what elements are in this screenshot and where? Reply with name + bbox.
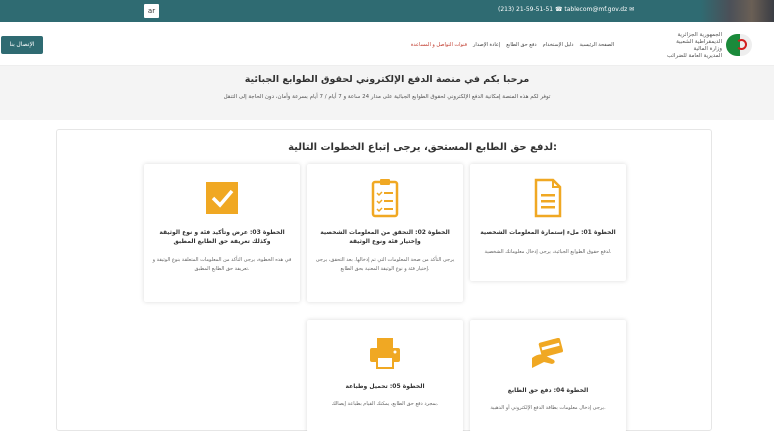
nav-item-reissue[interactable]: إعادة الإصدار <box>473 42 500 48</box>
step-card-05: الخطوة 05: تحميل وطباعة بمجرد دفع حق الط… <box>307 320 463 431</box>
step-desc: بمجرد دفع حق الطابع، يمكنك القيام بطباعة… <box>331 401 439 407</box>
nav-item-home[interactable]: الصفحة الرئيسية <box>580 42 615 48</box>
ministry-logo-text: الجمهورية الجزائرية الديمقراطية الشعبية … <box>660 32 722 60</box>
welcome-subtitle: توفر لكم هذه المنصة إمكانية الدفع الإلكت… <box>223 94 551 100</box>
main-header: الإتصال بنا الصفحة الرئيسية دليل الإستخد… <box>0 22 774 66</box>
step-desc: لدفع حقوق الطوابع الجبائية، يرجى إدخال م… <box>484 249 612 255</box>
step-card-03: الخطوة 03: عرض وتأكيد فئة و نوع الوثيقة … <box>144 164 300 302</box>
flag-emblem-icon <box>724 30 768 60</box>
logo-line-3: المديرية العامة للضرائب <box>667 53 722 59</box>
logo-line-1: الجمهورية الجزائرية الديمقراطية الشعبية <box>676 32 722 45</box>
step-title: الخطوة 01: ملء إستمارة المعلومات الشخصية <box>480 229 616 236</box>
step-title: الخطوة 04: دفع حق الطابع <box>507 387 589 394</box>
nav-item-pay-stamp[interactable]: دفع حق الطابع <box>506 42 536 48</box>
logo-line-2: وزارة المالية <box>693 46 722 52</box>
checkbox-icon <box>206 182 238 214</box>
steps-panel: لدفع حق الطابع المستحق، يرجى إتباع الخطو… <box>56 129 712 431</box>
step-desc: يرجى إدخال معلومات بطاقة الدفع الإلكترون… <box>490 405 606 411</box>
main-nav: الصفحة الرئيسية دليل الإستخدام دفع حق ال… <box>411 42 615 48</box>
checklist-icon <box>371 179 399 218</box>
welcome-banner: مرحبا بكم في منصة الدفع الإلكتروني لحقوق… <box>0 66 774 120</box>
card-payment-icon <box>532 338 563 368</box>
top-bar: ar (213) 21-59-51-51 ☎ tablecom@mf.gov.d… <box>0 0 774 22</box>
step-card-01: الخطوة 01: ملء إستمارة المعلومات الشخصية… <box>470 164 626 281</box>
step-title: الخطوة 02: التحقق من المعلومات الشخصية و… <box>320 229 450 245</box>
step-title: الخطوة 05: تحميل وطباعة <box>345 383 425 390</box>
contact-info: (213) 21-59-51-51 ☎ tablecom@mf.gov.dz ✉ <box>498 6 635 13</box>
printer-icon <box>370 338 400 369</box>
document-icon <box>534 178 562 218</box>
steps-title: لدفع حق الطابع المستحق، يرجى إتباع الخطو… <box>288 142 557 153</box>
welcome-title: مرحبا بكم في منصة الدفع الإلكتروني لحقوق… <box>244 74 530 85</box>
language-switch[interactable]: ar <box>144 4 159 18</box>
step-title: الخطوة 03: عرض وتأكيد فئة و نوع الوثيقة … <box>159 229 285 245</box>
step-desc: يرجى التأكد من صحة المعلومات التي تم إدخ… <box>315 257 455 272</box>
contact-button[interactable]: الإتصال بنا <box>1 36 43 54</box>
nav-item-help[interactable]: قنوات التواصل و المساعدة <box>411 42 467 48</box>
step-card-04: الخطوة 04: دفع حق الطابع يرجى إدخال معلو… <box>470 320 626 431</box>
nav-item-guide[interactable]: دليل الإستخدام <box>543 42 574 48</box>
step-desc: في هذه الخطوة، يرجى التأكد من المعلومات … <box>152 257 292 272</box>
header-photo <box>700 0 774 22</box>
step-card-02: الخطوة 02: التحقق من المعلومات الشخصية و… <box>307 164 463 302</box>
